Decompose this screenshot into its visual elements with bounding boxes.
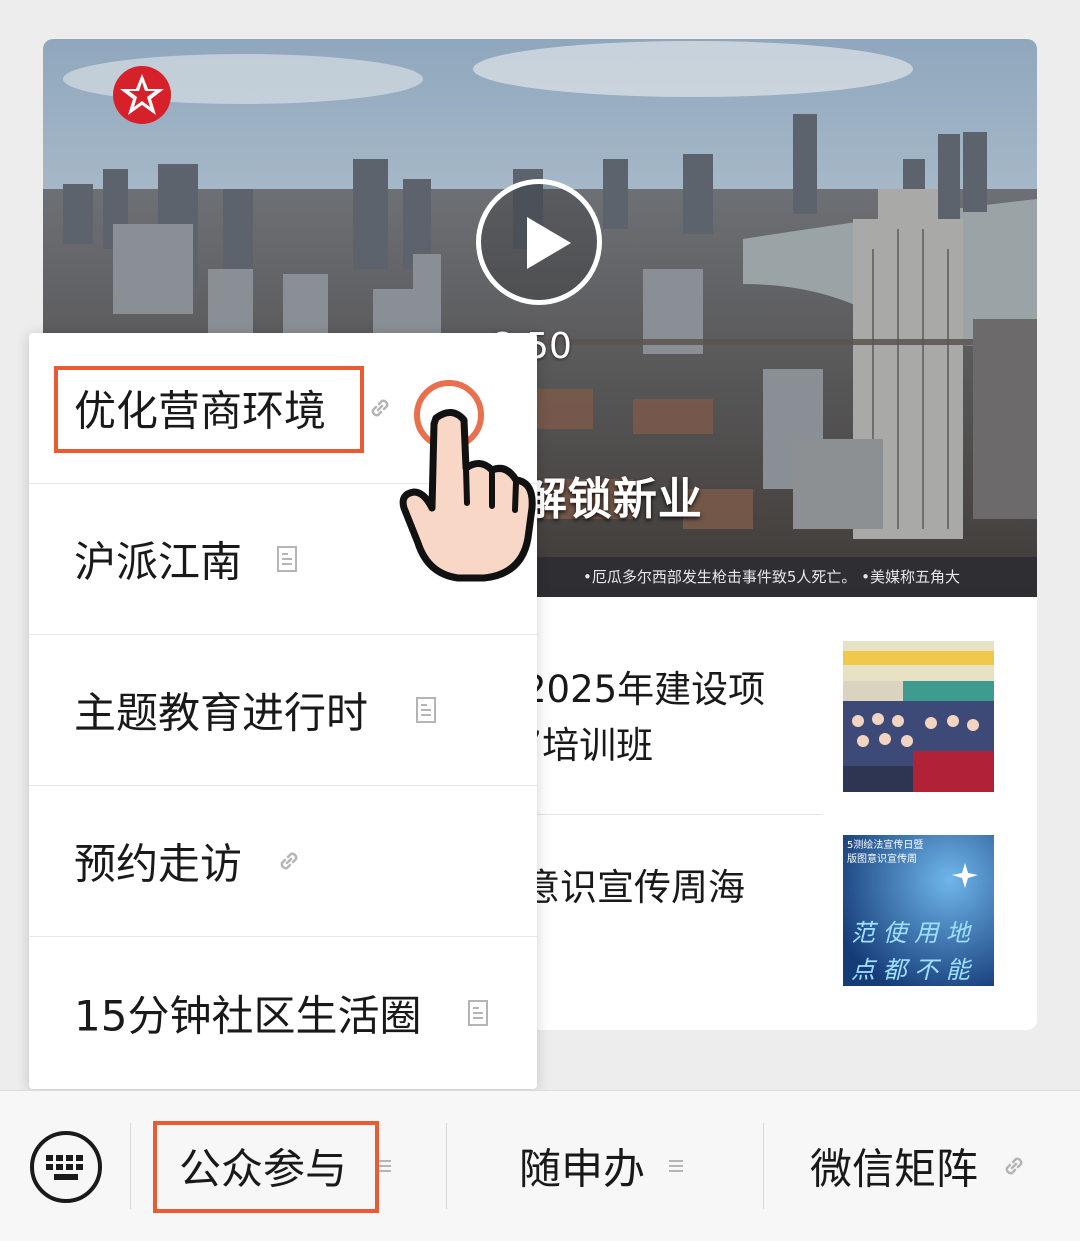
menu-item-label: 优化营商环境 [74,386,327,436]
thumb-header: 5测绘法宣传日暨 版图意识宣传周 [847,839,923,867]
menu-button-suishenban[interactable]: 随申办 [447,1091,762,1241]
link-icon [1005,1157,1023,1175]
link-icon [280,852,298,870]
dragon-tv-logo-icon [113,66,171,124]
menu-item-label: 预约走访 [74,839,243,889]
menu-item-label: 15分钟社区生活圈 [74,991,422,1041]
menu-item-label: 沪派江南 [74,537,243,587]
article-thumbnail [843,641,994,792]
keyboard-icon[interactable] [28,1129,104,1205]
article-thumbnail: 5测绘法宣传日暨 版图意识宣传周 范 使 用 地 点 都 不 能 [843,835,994,986]
menu-item-15min-community[interactable]: 15分钟社区生活圈 [29,937,537,1089]
menu-item-label: 主题教育进行时 [74,688,369,738]
thumb-header-line: 版图意识宣传周 [847,854,917,865]
menu-item-theme-education[interactable]: 主题教育进行时 [29,635,537,786]
pointing-hand-icon [399,409,536,582]
article-title: 2025年建设项 ”培训班 [523,668,766,767]
menu-item-appointment-visit[interactable]: 预约走访 [29,786,537,937]
official-account-menu-bar: 公众参与 随申办 微信矩阵 [0,1090,1080,1241]
play-icon [527,217,571,269]
article-icon [277,546,297,572]
thumb-chars: 点 都 不 能 [851,956,970,984]
article-title: 意识宣传周海 [523,866,745,909]
highlight-box [153,1121,379,1213]
menu-button-label: 微信矩阵 [810,1144,979,1194]
article-icon [468,1000,488,1026]
menu-lines-icon [669,1160,683,1172]
menu-button-wechat-matrix[interactable]: 微信矩阵 [764,1091,1080,1241]
thumb-header-line: 5测绘法宣传日暨 [847,840,924,851]
article-icon [416,697,436,723]
play-button[interactable] [476,179,602,305]
menu-button-label: 随申办 [519,1144,646,1194]
thumb-chars: 范 使 用 地 [851,919,970,947]
